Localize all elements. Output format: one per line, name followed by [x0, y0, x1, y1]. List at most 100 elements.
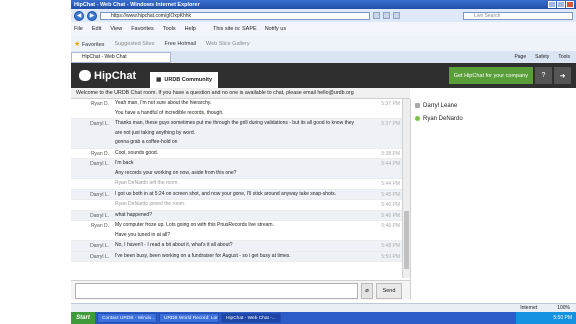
message-line: Yeah man, I'm not sure about the hierarc…	[115, 100, 212, 106]
favorites-button[interactable]: ★ Favorites	[74, 40, 104, 48]
back-button[interactable]: ◀	[74, 10, 84, 21]
taskbar: Start Contact URDB - Windo... URDB World…	[71, 312, 576, 324]
message-time: 5:46 PM	[381, 212, 400, 219]
fav-suggested-sites[interactable]: Suggested Sites	[114, 41, 154, 47]
chat-message-row: Darryl L. what happened? 5:46 PM	[71, 210, 402, 221]
notify-link[interactable]: Notify us	[265, 26, 286, 32]
chat-message-row: Ryan DeNardo left the room. 5:44 PM	[71, 179, 402, 190]
command-bar: Page Safety Tools	[514, 54, 576, 60]
message-time: 5:46 PM	[381, 223, 400, 229]
chat-log: Ryan D. Yeah man, I'm not sure about the …	[71, 99, 402, 278]
message-author[interactable]: Darryl L.	[71, 252, 115, 262]
message-time: 5:48 PM	[381, 243, 400, 249]
logout-button[interactable]: ➜	[554, 67, 571, 84]
task-urdb-record[interactable]: URDB World Record: Lon...	[159, 313, 219, 323]
chat-scrollbar[interactable]	[402, 99, 410, 278]
chat-message-row: Ryan DeNardo joined the room. 5:46 PM	[71, 200, 402, 211]
cmd-page[interactable]: Page	[514, 54, 526, 60]
help-button[interactable]: ?	[535, 67, 552, 84]
chat-message-row: Darryl L. No, I haven't - I read a bit ab…	[71, 241, 402, 252]
message-time: 5:45 PM	[381, 191, 400, 198]
message-body: My computer froze up. Lots going on with…	[115, 221, 376, 240]
message-body: Yeah man, I'm not sure about the hierarc…	[115, 99, 376, 118]
menu-edit[interactable]: Edit	[92, 26, 101, 32]
message-input[interactable]	[75, 282, 358, 299]
menu-tools[interactable]: Tools	[163, 26, 176, 32]
zoom-level[interactable]: 100%	[557, 305, 570, 311]
address-bar: ◀ ▶ https://www.hipchat.com/gIOxpKhhk Li…	[71, 9, 576, 22]
message-body: Ryan DeNardo left the room.	[115, 179, 376, 189]
message-author[interactable]	[71, 200, 115, 210]
clock: 5:50 PM	[553, 315, 572, 321]
scrollbar-thumb[interactable]	[404, 211, 409, 269]
hipchat-logo: HipChat	[71, 70, 136, 82]
search-input[interactable]: Live Search	[463, 11, 573, 20]
site-label[interactable]: This site is: SAPE	[213, 26, 257, 32]
menu-view[interactable]: View	[110, 26, 122, 32]
message-line: Ryan DeNardo left the room.	[115, 180, 179, 186]
cmd-tools[interactable]: Tools	[558, 54, 570, 60]
system-tray: 5:50 PM	[516, 312, 576, 324]
chat-bubble-icon	[79, 70, 91, 81]
forward-button[interactable]: ▶	[87, 10, 97, 21]
message-author[interactable]: Darryl L.	[71, 241, 115, 251]
room-tab[interactable]: ▦ URDB Community	[150, 72, 219, 88]
stop-icon[interactable]	[393, 12, 400, 19]
message-author[interactable]: Ryan D.	[71, 99, 115, 118]
maximize-button[interactable]	[557, 1, 565, 8]
message-author[interactable]: Darryl L.	[71, 119, 115, 148]
message-line: I'm back	[115, 160, 134, 166]
message-line: Have you tuned in at all?	[115, 231, 171, 238]
send-button[interactable]: Send	[376, 282, 402, 299]
chat-message-row: Darryl L. I'm back Any records your workin…	[71, 159, 402, 179]
message-composer: ⌀ Send	[71, 280, 410, 300]
message-author[interactable]: Ryan D.	[71, 221, 115, 240]
message-line: You have a handful of incredible records…	[115, 109, 224, 116]
message-author[interactable]: Ryan D.	[71, 149, 115, 159]
message-time: 5:50 PM	[381, 253, 400, 260]
favorites-bar: ★ Favorites Suggested Sites Free Hotmail…	[71, 36, 576, 51]
attach-icon[interactable]: ⌀	[361, 282, 373, 299]
start-button[interactable]: Start	[71, 312, 95, 324]
task-contact-urdb[interactable]: Contact URDB - Windo...	[97, 313, 157, 323]
tab-hipchat[interactable]: HipChat - Web Chat	[71, 51, 171, 63]
participant-name: Ryan DeNardo	[423, 115, 463, 122]
message-body: Thanks man, these guys sometimes put me …	[115, 119, 376, 148]
message-author[interactable]: Darryl L.	[71, 211, 115, 221]
message-time: 5:38 PM	[381, 150, 400, 157]
message-line: Any records your working on now, aside f…	[115, 169, 237, 176]
fav-web-slice[interactable]: Web Slice Gallery	[206, 41, 250, 47]
hipchat-header: HipChat ▦ URDB Community Get HipChat for…	[71, 63, 576, 88]
message-time: 5:37 PM	[381, 121, 400, 127]
url-input[interactable]: https://www.hipchat.com/gIOxpKhhk	[100, 11, 370, 20]
message-time: 5:44 PM	[381, 161, 400, 167]
refresh-icon[interactable]	[383, 12, 390, 19]
get-hipchat-button[interactable]: Get HipChat for your company	[448, 67, 533, 84]
message-author[interactable]: Darryl L.	[71, 190, 115, 200]
menu-help[interactable]: Help	[185, 26, 196, 32]
site-info: This site is: SAPE Notify us	[213, 26, 286, 32]
cmd-safety[interactable]: Safety	[535, 54, 549, 60]
lock-icon[interactable]	[373, 12, 380, 19]
window-title: HipChat - Web Chat - Windows Internet Ex…	[74, 1, 200, 8]
message-body: what happened?	[115, 211, 376, 221]
fav-free-hotmail[interactable]: Free Hotmail	[165, 41, 196, 47]
close-button[interactable]	[566, 1, 574, 8]
minimize-button[interactable]	[548, 1, 556, 8]
participant-item[interactable]: Darryl Leane	[411, 99, 576, 112]
message-time: 5:37 PM	[381, 101, 400, 107]
menu-file[interactable]: File	[74, 26, 83, 32]
message-line: No, I haven't - I read a bit about it, w…	[115, 242, 233, 248]
status-bar: Internet 100%	[71, 303, 576, 312]
message-body: I've been busy, been working on a fundra…	[115, 252, 376, 262]
message-author[interactable]	[71, 179, 115, 189]
message-line: Ryan DeNardo joined the room.	[115, 201, 186, 207]
task-hipchat[interactable]: HipChat - Web Chat -...	[221, 313, 281, 323]
chat-message-row: Ryan D. Cool, sounds good. 5:38 PM	[71, 149, 402, 159]
menu-favorites[interactable]: Favorites	[131, 26, 154, 32]
participant-item[interactable]: Ryan DeNardo	[411, 112, 576, 125]
message-author[interactable]: Darryl L.	[71, 159, 115, 178]
message-body: I'm back Any records your working on now,…	[115, 159, 376, 178]
chat-message-row: Darryl L. I've been busy, been working on…	[71, 251, 402, 262]
message-line: gonna grab a coffee-hold on	[115, 139, 178, 145]
